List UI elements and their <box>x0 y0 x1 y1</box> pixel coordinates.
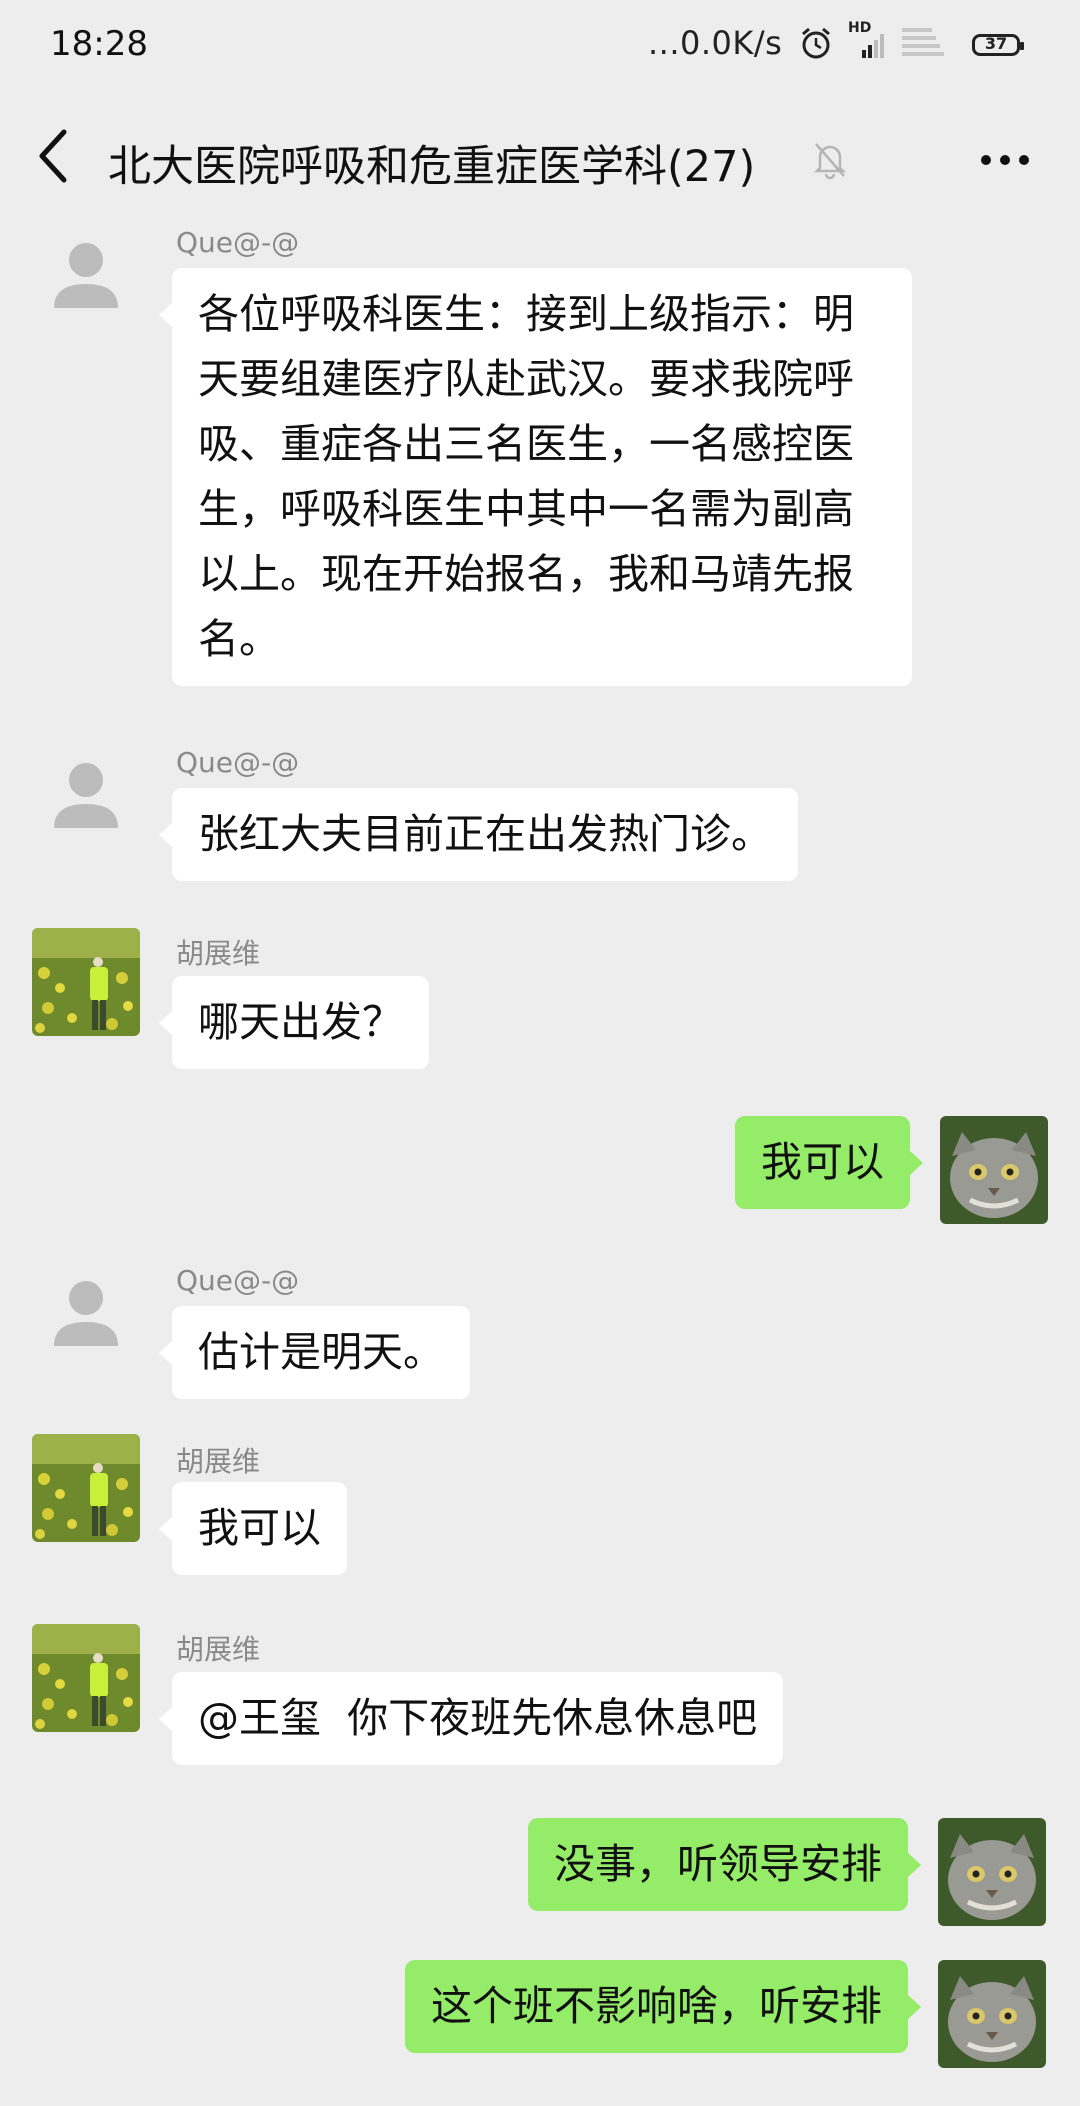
sender-name: 胡展维 <box>176 1445 261 1478</box>
chat-header: 北大医院呼吸和危重症医学科(27) <box>0 90 1080 230</box>
back-arrow-icon[interactable] <box>36 128 70 184</box>
message-bubble[interactable]: 这个班不影响啥，听安排 <box>405 1960 921 2053</box>
hd-signal-icon: HD <box>848 20 888 60</box>
status-time: 18:28 <box>50 24 148 64</box>
message-bubble[interactable]: 我可以 <box>735 1116 923 1209</box>
signal-bars-icon <box>902 28 944 56</box>
message-bubble[interactable]: 我可以 <box>159 1482 347 1575</box>
default-avatar-icon[interactable] <box>32 228 140 336</box>
field-photo-avatar[interactable] <box>32 1434 140 1542</box>
default-avatar-icon[interactable] <box>32 748 140 856</box>
cat-avatar[interactable] <box>938 1818 1046 1926</box>
message-bubble[interactable]: 各位呼吸科医生：接到上级指示：明天要组建医疗队赴武汉。要求我院呼吸、重症各出三名… <box>159 268 912 686</box>
mute-bell-icon <box>813 143 847 180</box>
message-bubble[interactable]: 张红大夫目前正在出发热门诊。 <box>159 788 798 881</box>
default-avatar-icon[interactable] <box>32 1266 140 1374</box>
message-bubble[interactable]: 哪天出发？ <box>159 976 429 1069</box>
status-bar: 18:28 ...0.0K/s HD 37 <box>0 0 1080 90</box>
message-bubble[interactable]: 没事，听领导安排 <box>528 1818 921 1911</box>
network-speed: ...0.0K/s <box>648 24 783 62</box>
message-bubble[interactable]: @王玺 你下夜班先休息休息吧 <box>158 1672 784 1765</box>
more-options-icon[interactable] <box>980 152 1030 168</box>
field-photo-avatar[interactable] <box>32 928 140 1036</box>
sender-name: Que@-@ <box>176 746 300 779</box>
sender-name: Que@-@ <box>176 1264 300 1297</box>
battery-level: 37 <box>984 34 1008 53</box>
chat-title: 北大医院呼吸和危重症医学科(27) <box>108 142 756 192</box>
field-photo-avatar[interactable] <box>32 1624 140 1732</box>
sender-name: Que@-@ <box>176 226 300 259</box>
cat-avatar[interactable] <box>938 1960 1046 2068</box>
sender-name: 胡展维 <box>176 1633 261 1666</box>
cat-avatar[interactable] <box>940 1116 1048 1224</box>
battery-icon: 37 <box>972 34 1024 56</box>
message-bubble[interactable]: 估计是明天。 <box>159 1306 470 1399</box>
alarm-clock-icon <box>802 27 830 59</box>
sender-name: 胡展维 <box>176 937 261 970</box>
